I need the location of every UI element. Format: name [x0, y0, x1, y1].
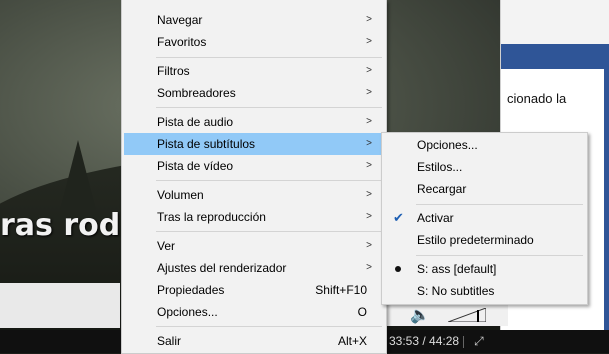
submenu-item-estilo-predeterminado[interactable]: Estilo predeterminado [384, 229, 585, 251]
window-frame [604, 69, 609, 330]
chevron-right-icon: > [366, 36, 372, 47]
menu-item-label: S: ass [default] [417, 262, 497, 276]
menu-item-label: Volumen [157, 188, 204, 202]
fullscreen-icon[interactable]: ⤢ [474, 334, 484, 348]
menu-item-ver[interactable]: Ver > [124, 235, 384, 257]
speaker-icon[interactable]: 🔈 [410, 305, 430, 325]
menu-item-favoritos[interactable]: Favoritos > [124, 31, 384, 53]
menu-shortcut: Alt+X [337, 334, 367, 348]
submenu-item-recargar[interactable]: Recargar [384, 178, 585, 200]
menu-item-pista-audio[interactable]: Pista de audio > [124, 111, 384, 133]
submenu-item-estilos[interactable]: Estilos... [384, 156, 585, 178]
submenu-item-activar[interactable]: ✔ Activar [384, 207, 585, 229]
menu-item-label: Estilos... [417, 160, 463, 174]
menu-item-label: Filtros [157, 64, 190, 78]
menu-item-filtros[interactable]: Filtros > [124, 60, 384, 82]
context-menu: Navegar > Favoritos > Filtros > Sombread… [121, 0, 387, 354]
menu-item-salir[interactable]: Salir Alt+X [124, 330, 384, 352]
chevron-right-icon: > [366, 211, 372, 222]
window-text: cionado la [507, 91, 567, 106]
window-titlebar [501, 0, 609, 45]
menu-item-navegar[interactable]: Navegar > [124, 9, 384, 31]
menu-item-label: Favoritos [157, 35, 207, 49]
menu-item-label: Propiedades [157, 283, 225, 297]
submenu-item-opciones[interactable]: Opciones... [384, 134, 585, 156]
volume-slider[interactable] [448, 308, 486, 322]
menu-shortcut: O [357, 305, 367, 319]
chevron-right-icon: > [366, 65, 372, 76]
menu-item-label: Opciones... [157, 305, 218, 319]
menu-item-label: Recargar [417, 182, 467, 196]
menu-item-ajustes-renderizador[interactable]: Ajustes del renderizador > [124, 257, 384, 279]
menu-shortcut: Shift+F10 [315, 283, 367, 297]
menu-item-label: S: No subtitles [417, 284, 495, 298]
chevron-right-icon: > [366, 87, 372, 98]
menu-separator [416, 204, 583, 205]
window-toolbar [501, 44, 609, 69]
submenu-item-s-no-subtitles[interactable]: S: No subtitles [384, 280, 585, 302]
menu-item-volumen[interactable]: Volumen > [124, 184, 384, 206]
time-display-area: 33:53 / 44:28 ⤢ [380, 334, 509, 352]
video-tree [60, 140, 96, 210]
menu-item-label: Pista de audio [157, 115, 234, 129]
menu-item-label: Salir [157, 334, 182, 348]
menu-item-pista-video[interactable]: Pista de vídeo > [124, 155, 384, 177]
menu-item-label: Activar [417, 211, 454, 225]
submenu-item-s-ass-default[interactable]: S: ass [default] [384, 258, 585, 280]
menu-item-label: Estilo predeterminado [417, 233, 534, 247]
menu-item-tras-reproduccion[interactable]: Tras la reproducción > [124, 206, 384, 228]
menu-item-pista-subtitulos[interactable]: Pista de subtítulos > [124, 133, 384, 155]
menu-item-propiedades[interactable]: Propiedades Shift+F10 [124, 279, 384, 301]
menu-item-sombreadores[interactable]: Sombreadores > [124, 82, 384, 104]
menu-separator [156, 107, 382, 108]
menu-item-opciones[interactable]: Opciones... O [124, 301, 384, 323]
chevron-right-icon: > [366, 138, 372, 149]
menu-item-label: Pista de vídeo [157, 159, 234, 173]
player-controls: 🔈 [380, 302, 508, 326]
chevron-right-icon: > [366, 240, 372, 251]
chevron-right-icon: > [366, 116, 372, 127]
menu-separator [156, 326, 382, 327]
checkmark-icon: ✔ [393, 210, 404, 225]
chevron-right-icon: > [366, 189, 372, 200]
menu-item-label: Sombreadores [157, 86, 236, 100]
menu-item-label: Navegar [157, 13, 203, 27]
radio-dot-icon [395, 266, 401, 272]
chevron-right-icon: > [366, 160, 372, 171]
subtitle-submenu: Opciones... Estilos... Recargar ✔ Activa… [381, 132, 588, 305]
chevron-right-icon: > [366, 262, 372, 273]
menu-item-label: Ver [157, 239, 176, 253]
menu-item-label: Ajustes del renderizador [157, 261, 287, 275]
menu-separator [416, 255, 583, 256]
menu-item-label: Opciones... [417, 138, 478, 152]
menu-separator [156, 57, 382, 58]
menu-item-label: Tras la reproducción [157, 210, 266, 224]
menu-separator [156, 180, 382, 181]
time-display: 33:53 / 44:28 [389, 334, 460, 348]
player-panel [0, 283, 120, 328]
divider [463, 335, 465, 348]
menu-separator [156, 231, 382, 232]
chevron-right-icon: > [366, 14, 372, 25]
menu-item-label: Pista de subtítulos [157, 137, 256, 151]
